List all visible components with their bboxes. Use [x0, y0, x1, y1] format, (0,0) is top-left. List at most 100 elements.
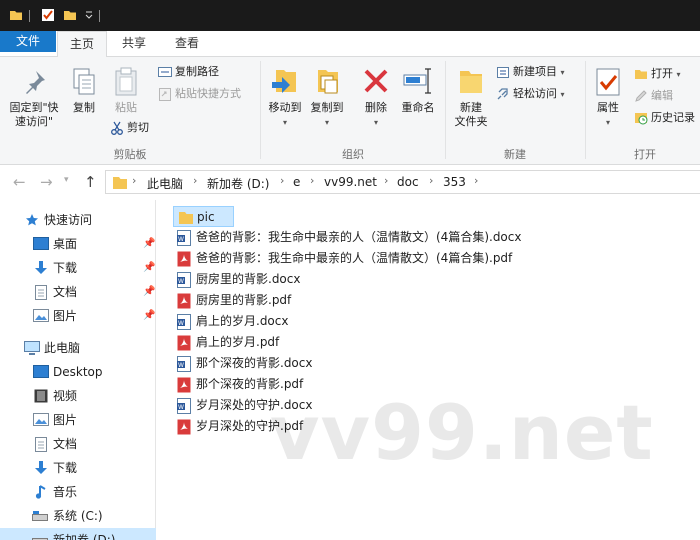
nav-item-drive-d[interactable]: 新加卷 (D:) — [0, 528, 156, 540]
nav-item-documents[interactable]: 文档 📌 — [0, 280, 156, 304]
nav-item-videos[interactable]: 视频 — [0, 384, 156, 408]
properties-button[interactable]: 属性 ▾ — [591, 67, 625, 130]
recent-locations-chevron-icon[interactable]: ▾ — [64, 175, 69, 185]
paste-label: 粘贴 — [115, 101, 137, 114]
open-label: 打开 — [651, 67, 673, 80]
copy-button[interactable]: 复制 — [66, 67, 102, 115]
open-icon — [635, 70, 647, 79]
properties-caret: ▾ — [605, 118, 610, 127]
copy-to-caret: ▾ — [324, 118, 329, 127]
breadcrumb-separator-icon: › — [384, 174, 389, 187]
nav-item-label: Desktop — [53, 365, 103, 379]
paste-shortcut-icon — [159, 88, 171, 101]
pdf-icon — [177, 293, 191, 309]
history-button[interactable]: 历史记录 — [634, 109, 695, 127]
move-to-button[interactable]: 移动到 ▾ — [264, 65, 306, 130]
nav-item-pc-pictures[interactable]: 图片 — [0, 408, 156, 432]
nav-item-label: 文档 — [53, 437, 78, 451]
rename-button[interactable]: 重命名 — [396, 65, 440, 115]
folder-icon[interactable] — [9, 8, 23, 25]
delete-caret: ▾ — [373, 118, 378, 127]
address-bar[interactable]: › 此电脑 › 新加卷 (D:) › e › vv99.net › doc › … — [105, 170, 700, 194]
tab-view[interactable]: 查看 — [163, 31, 211, 57]
delete-x-icon — [364, 69, 388, 93]
pin-icon[interactable]: 📌 — [143, 304, 155, 328]
word-doc-icon: W — [177, 230, 191, 246]
breadcrumb-doc[interactable]: doc — [397, 175, 419, 189]
file-name: 厨房里的背影.pdf — [196, 293, 292, 307]
breadcrumb-this-pc[interactable]: 此电脑 — [147, 175, 183, 192]
open-group-label: 打开 — [634, 148, 656, 161]
new-folder-label: 新建 文件夹 — [454, 101, 488, 128]
pdf-icon — [177, 251, 191, 267]
breadcrumb-separator-icon: › — [474, 174, 479, 187]
file-name: 爸爸的背影：我生命中最亲的人（温情散文）(4篇合集).pdf — [196, 251, 513, 265]
new-folder-button[interactable]: 新建 文件夹 — [449, 67, 493, 129]
file-name: 爸爸的背影：我生命中最亲的人（温情散文）(4篇合集).docx — [196, 230, 522, 244]
history-label: 历史记录 — [651, 111, 695, 124]
nav-item-desktop[interactable]: 桌面 📌 — [0, 232, 156, 256]
paste-shortcut-button[interactable]: 粘贴快捷方式 — [158, 85, 241, 103]
tab-file[interactable]: 文件 — [0, 31, 56, 52]
breadcrumb-separator-icon: › — [132, 174, 137, 187]
forward-arrow-icon[interactable]: → — [40, 173, 53, 191]
file-item-folder[interactable]: pic — [173, 206, 234, 227]
cut-button[interactable]: 剪切 — [110, 119, 149, 137]
copy-to-button[interactable]: 复制到 ▾ — [306, 65, 348, 130]
new-folder-icon[interactable] — [63, 8, 77, 25]
copy-path-button[interactable]: 复制路径 — [158, 63, 219, 81]
nav-item-downloads[interactable]: 下载 📌 — [0, 256, 156, 280]
nav-item-pc-downloads[interactable]: 下载 — [0, 456, 156, 480]
breadcrumb-separator-icon: › — [280, 174, 285, 187]
nav-item-pc-documents[interactable]: 文档 — [0, 432, 156, 456]
nav-item-pc-desktop[interactable]: Desktop — [0, 360, 156, 384]
nav-item-label: 图片 — [53, 413, 78, 427]
desktop-icon — [33, 365, 49, 378]
pdf-icon — [177, 419, 191, 435]
back-arrow-icon[interactable]: ← — [13, 173, 26, 191]
pin-icon[interactable]: 📌 — [143, 232, 155, 256]
new-item-button[interactable]: 新建项目 ▾ — [496, 63, 565, 81]
documents-icon — [35, 285, 47, 300]
open-button[interactable]: 打开 ▾ — [634, 65, 681, 83]
nav-item-music[interactable]: 音乐 — [0, 480, 156, 504]
svg-text:W: W — [178, 404, 184, 411]
music-icon — [35, 485, 46, 499]
up-arrow-icon[interactable]: ↑ — [84, 173, 97, 191]
pin-icon[interactable]: 📌 — [143, 280, 155, 304]
new-item-label: 新建项目 — [513, 65, 557, 78]
pin-icon[interactable]: 📌 — [143, 256, 155, 280]
copy-to-icon — [318, 70, 338, 94]
paste-button[interactable]: 粘贴 — [106, 67, 146, 115]
delete-button[interactable]: 删除 ▾ — [358, 65, 394, 130]
tab-home[interactable]: 主页 — [57, 31, 107, 58]
edit-icon — [635, 90, 647, 102]
folder-icon — [112, 175, 128, 192]
nav-this-pc[interactable]: 此电脑 — [0, 336, 156, 360]
dropdown-icon[interactable] — [84, 9, 94, 23]
ribbon-tabs: 文件 主页 共享 查看 — [0, 31, 700, 58]
drive-icon — [32, 511, 48, 521]
computer-icon — [24, 341, 40, 355]
clipboard-group-label: 剪贴板 — [113, 148, 147, 161]
breadcrumb-e[interactable]: e — [293, 175, 300, 189]
svg-text:W: W — [178, 320, 184, 327]
file-list: vv99.net pic W 爸爸的背影：我生命中最亲的人（温情散文）(4篇合集… — [157, 200, 700, 540]
nav-quick-access[interactable]: 快速访问 — [0, 208, 156, 232]
file-name: 岁月深处的守护.pdf — [196, 419, 304, 433]
new-item-caret: ▾ — [560, 68, 565, 77]
breadcrumb-353[interactable]: 353 — [443, 175, 466, 189]
edit-button[interactable]: 编辑 — [634, 87, 673, 105]
easy-access-button[interactable]: 轻松访问 ▾ — [496, 85, 565, 103]
nav-item-drive-c[interactable]: 系统 (C:) — [0, 504, 156, 528]
breadcrumb-vv99[interactable]: vv99.net — [324, 175, 377, 189]
folder-icon — [179, 212, 193, 224]
pin-quick-access-button[interactable]: 固定到"快 速访问" — [4, 67, 64, 129]
file-name: pic — [197, 210, 215, 224]
breadcrumb-drive-d[interactable]: 新加卷 (D:) — [207, 175, 269, 192]
properties-check-icon[interactable] — [41, 8, 55, 25]
tab-share[interactable]: 共享 — [111, 31, 157, 57]
pictures-icon — [33, 413, 49, 426]
easy-access-icon — [497, 88, 508, 100]
nav-item-pictures[interactable]: 图片 📌 — [0, 304, 156, 328]
